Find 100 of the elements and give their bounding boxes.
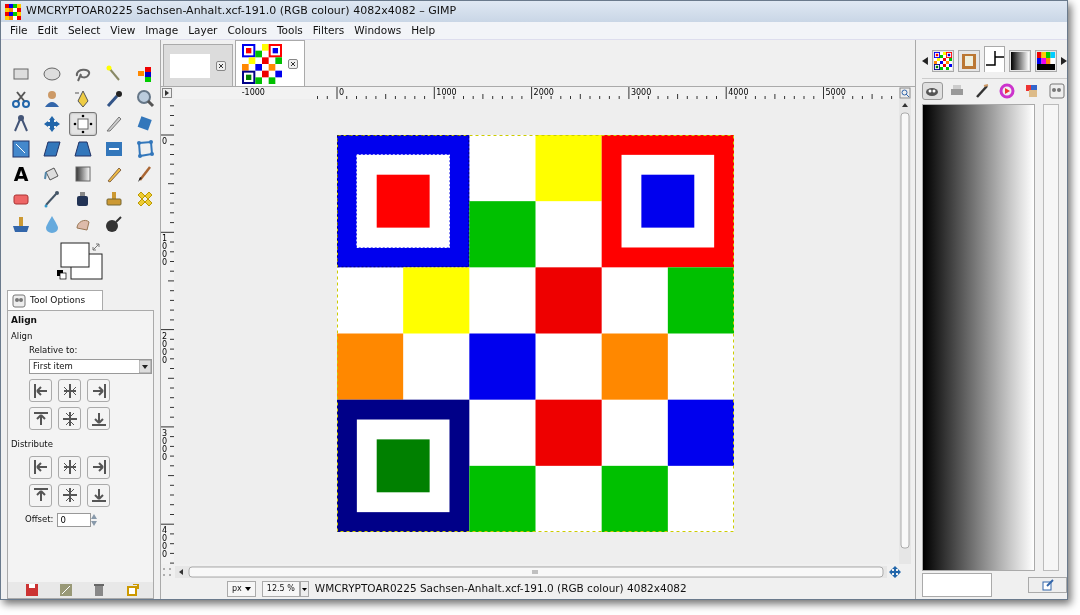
stamp-icon — [11, 214, 31, 234]
caret-icon — [244, 587, 251, 591]
restore-icon[interactable] — [59, 584, 72, 596]
align-button[interactable] — [58, 407, 81, 430]
color-wheel-icon — [998, 83, 1015, 99]
section-label: Align — [11, 329, 34, 343]
stamp-icon — [104, 189, 124, 209]
zoom-field[interactable]: 12.5 % — [261, 581, 300, 597]
scroll-left-icon[interactable] — [922, 57, 928, 65]
menu-item[interactable]: Layer — [183, 22, 223, 39]
ruler-label: 1000 — [162, 234, 168, 268]
align-button[interactable] — [58, 379, 81, 402]
menu-item[interactable]: Tools — [271, 22, 308, 39]
tool-button[interactable] — [69, 112, 97, 136]
tool-options-tab[interactable]: Tool Options — [7, 290, 103, 310]
trash-icon[interactable] — [93, 584, 106, 596]
zoom-icon[interactable] — [899, 87, 911, 99]
unit-dropdown[interactable]: px — [227, 581, 256, 597]
person-icon — [42, 89, 62, 109]
tool-options-icon — [12, 293, 26, 308]
menu-item[interactable]: Windows — [349, 22, 407, 39]
ellipse-select-icon — [42, 64, 62, 84]
align-button[interactable] — [87, 407, 110, 430]
ruler-label: 2000 — [533, 88, 554, 97]
perspective-icon — [73, 139, 93, 159]
scale-icon — [11, 139, 31, 159]
offset-field[interactable]: 0 — [57, 512, 92, 527]
edit-button[interactable] — [1028, 577, 1067, 593]
clipboard-icon — [959, 52, 978, 70]
palette-icon — [1037, 52, 1056, 70]
cage-icon — [135, 139, 155, 159]
ruler-label: 0 — [162, 137, 168, 146]
vertical-scrollbar[interactable] — [899, 99, 911, 564]
bandage-icon — [135, 189, 155, 209]
ruler-label: 2000 — [162, 331, 168, 365]
ruler-label: 4000 — [728, 88, 749, 97]
ruler-label: 3000 — [630, 88, 652, 97]
menu-item[interactable]: Image — [140, 22, 184, 39]
image-thumbnail — [170, 53, 210, 78]
reset-icon[interactable] — [126, 584, 139, 596]
dodge-icon — [104, 214, 124, 234]
align-button[interactable] — [29, 407, 52, 430]
dock-tab[interactable] — [1035, 50, 1058, 72]
scrollbar[interactable] — [1043, 104, 1059, 571]
panel-title: Align — [11, 314, 38, 327]
align-button[interactable] — [29, 379, 52, 402]
align-button[interactable] — [87, 455, 110, 479]
image-tab[interactable] — [235, 40, 305, 86]
save-icon[interactable] — [26, 584, 38, 596]
menu-item[interactable]: View — [105, 22, 141, 39]
default-colors-icon[interactable] — [57, 270, 67, 280]
section-label: Distribute — [11, 438, 54, 451]
dock-tab[interactable] — [983, 46, 1006, 72]
app-icon — [5, 3, 21, 20]
menu-item[interactable]: Select — [62, 22, 106, 39]
ruler-label: 0 — [339, 88, 345, 97]
tool-button[interactable]: A — [7, 162, 35, 186]
compass-icon — [11, 114, 31, 134]
menu-item[interactable]: Edit — [32, 22, 63, 39]
field-label: Relative to: — [29, 344, 79, 357]
navigate-icon[interactable] — [889, 566, 901, 578]
align-button[interactable] — [29, 483, 52, 507]
dock-tab[interactable] — [1009, 50, 1032, 72]
menu-item[interactable]: Colours — [222, 22, 272, 39]
shear-icon — [42, 139, 62, 159]
dock-tab[interactable] — [931, 50, 954, 72]
swap-colors-icon[interactable] — [91, 242, 101, 252]
ruler-label: 1000 — [436, 88, 457, 97]
align-button[interactable] — [29, 455, 52, 479]
menu-item[interactable]: File — [5, 22, 33, 39]
align-button[interactable] — [87, 483, 110, 507]
paintbrush-icon — [974, 83, 991, 99]
pointer-icon — [985, 50, 1004, 69]
preview-field — [922, 573, 993, 597]
status-message: WMCRYPTOAR0225 Sachsen-Anhalt.xcf-191.0 (RGB colour) 4082x4082 — [314, 581, 687, 597]
align-button[interactable] — [58, 455, 81, 479]
close-tab-icon[interactable] — [216, 60, 226, 71]
close-tab-icon[interactable] — [288, 58, 298, 69]
eyedropper-icon — [104, 89, 124, 109]
flip-icon — [104, 139, 124, 159]
horizontal-scrollbar[interactable] — [175, 566, 887, 578]
dropdown-arrow-icon — [139, 360, 151, 373]
navigation-menu-icon[interactable] — [161, 87, 174, 99]
edit-icon — [1041, 579, 1054, 591]
airbrush-icon — [42, 189, 62, 209]
scissors-icon — [11, 89, 31, 109]
spin-arrows-icon[interactable] — [91, 512, 98, 527]
image-thumbnail — [242, 43, 282, 84]
relative-to-dropdown[interactable]: First item — [29, 359, 152, 374]
scroll-right-icon[interactable] — [1061, 57, 1068, 65]
ruler-label: 4000 — [162, 526, 168, 560]
menu-item[interactable]: Filters — [307, 22, 350, 39]
align-button[interactable] — [87, 379, 110, 402]
menu-item[interactable]: Help — [406, 22, 441, 39]
knife-icon — [104, 114, 124, 134]
dock-icon-tab[interactable] — [922, 82, 943, 100]
tool-options-icon — [1048, 83, 1065, 99]
color-swatches-drawing[interactable] — [57, 242, 103, 280]
image-thumbnail — [933, 52, 952, 70]
align-button[interactable] — [58, 483, 81, 507]
